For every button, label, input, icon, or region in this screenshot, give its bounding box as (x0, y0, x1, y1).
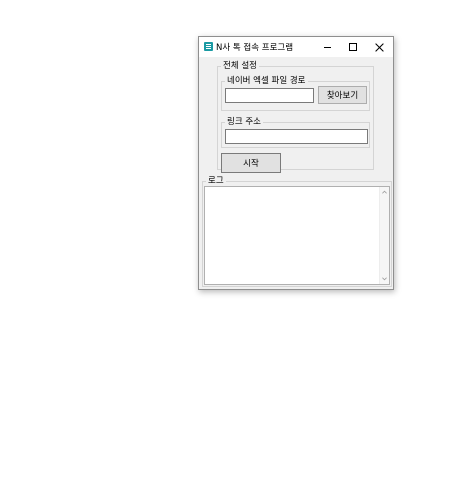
minimize-button[interactable] (313, 37, 341, 57)
settings-group: 전체 설정 네이버 엑셀 파일 경로 찾아보기 링크 주소 시작 (217, 61, 374, 173)
link-input[interactable] (225, 129, 368, 144)
scroll-down-icon[interactable] (382, 276, 387, 281)
excel-path-input[interactable] (225, 88, 314, 103)
link-group: 링크 주소 (221, 118, 370, 148)
window-title: N사 톡 접속 프로그램 (216, 43, 294, 53)
minimize-icon (323, 46, 331, 48)
settings-group-label: 전체 설정 (223, 61, 257, 71)
excel-path-label: 네이버 엑셀 파일 경로 (227, 76, 306, 86)
app-window: N사 톡 접속 프로그램 전체 설정 네이버 엑셀 파일 경로 찾아보기 링크 … (198, 36, 394, 290)
log-group: 로그 (202, 177, 392, 287)
log-label: 로그 (208, 176, 224, 186)
log-textarea[interactable] (204, 186, 390, 285)
title-bar[interactable]: N사 톡 접속 프로그램 (199, 37, 393, 57)
close-icon (375, 43, 384, 52)
link-label: 링크 주소 (227, 117, 261, 127)
maximize-button[interactable] (339, 37, 367, 57)
start-button[interactable]: 시작 (221, 153, 281, 173)
log-scrollbar[interactable] (379, 187, 389, 284)
excel-path-group: 네이버 엑셀 파일 경로 찾아보기 (221, 77, 370, 111)
close-button[interactable] (365, 37, 393, 57)
maximize-icon (349, 43, 357, 51)
scroll-up-icon[interactable] (382, 190, 387, 195)
browse-button[interactable]: 찾아보기 (318, 86, 367, 104)
app-icon (204, 42, 213, 51)
